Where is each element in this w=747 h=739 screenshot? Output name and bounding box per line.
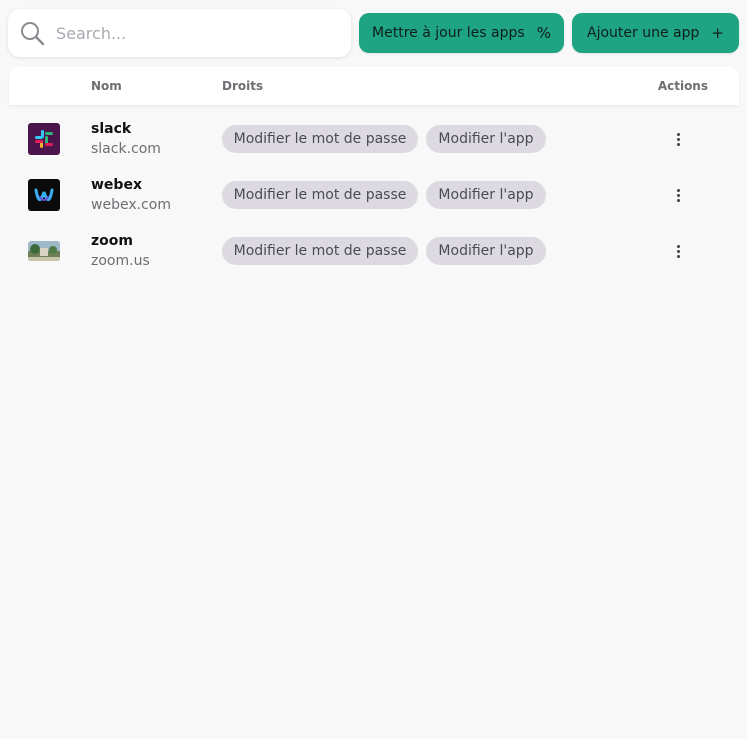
- row-actions-menu-icon[interactable]: [668, 127, 688, 151]
- right-chip-edit-app[interactable]: Modifier l'app: [426, 181, 546, 209]
- table-row: zoom zoom.us Modifier le mot de passe Mo…: [0, 228, 747, 284]
- search-input[interactable]: [56, 19, 336, 47]
- right-chip-edit-app[interactable]: Modifier l'app: [426, 125, 546, 153]
- column-header-name: Nom: [91, 79, 122, 93]
- right-chip-edit-password[interactable]: Modifier le mot de passe: [222, 237, 418, 265]
- add-app-button[interactable]: Ajouter une app +: [572, 13, 739, 53]
- app-name: zoom: [91, 233, 133, 249]
- right-chip-edit-password[interactable]: Modifier le mot de passe: [222, 181, 418, 209]
- search-box[interactable]: [8, 9, 351, 57]
- slack-logo-icon: [28, 123, 60, 155]
- right-chip-edit-password[interactable]: Modifier le mot de passe: [222, 125, 418, 153]
- update-apps-label: Mettre à jour les apps: [372, 25, 525, 41]
- percent-icon: %: [536, 23, 551, 42]
- webex-logo-icon: [28, 179, 60, 211]
- zoom-logo-icon: [28, 241, 60, 261]
- column-header-actions: Actions: [657, 79, 708, 93]
- app-domain: slack.com: [91, 141, 161, 157]
- table-row: slack slack.com Modifier le mot de passe…: [0, 116, 747, 172]
- app-name: slack: [91, 121, 132, 137]
- toolbar: Mettre à jour les apps % Ajouter une app…: [8, 9, 739, 57]
- row-actions-menu-icon[interactable]: [668, 239, 688, 263]
- plus-icon: +: [711, 23, 724, 42]
- add-app-label: Ajouter une app: [587, 25, 700, 41]
- search-icon: [21, 22, 45, 46]
- row-actions-menu-icon[interactable]: [668, 183, 688, 207]
- column-header-rights: Droits: [222, 79, 264, 93]
- table-row: webex webex.com Modifier le mot de passe…: [0, 172, 747, 228]
- table-header: Nom Droits Actions: [9, 67, 739, 105]
- right-chip-edit-app[interactable]: Modifier l'app: [426, 237, 546, 265]
- app-domain: zoom.us: [91, 253, 150, 269]
- app-name: webex: [91, 177, 142, 193]
- app-domain: webex.com: [91, 197, 171, 213]
- update-apps-button[interactable]: Mettre à jour les apps %: [359, 13, 564, 53]
